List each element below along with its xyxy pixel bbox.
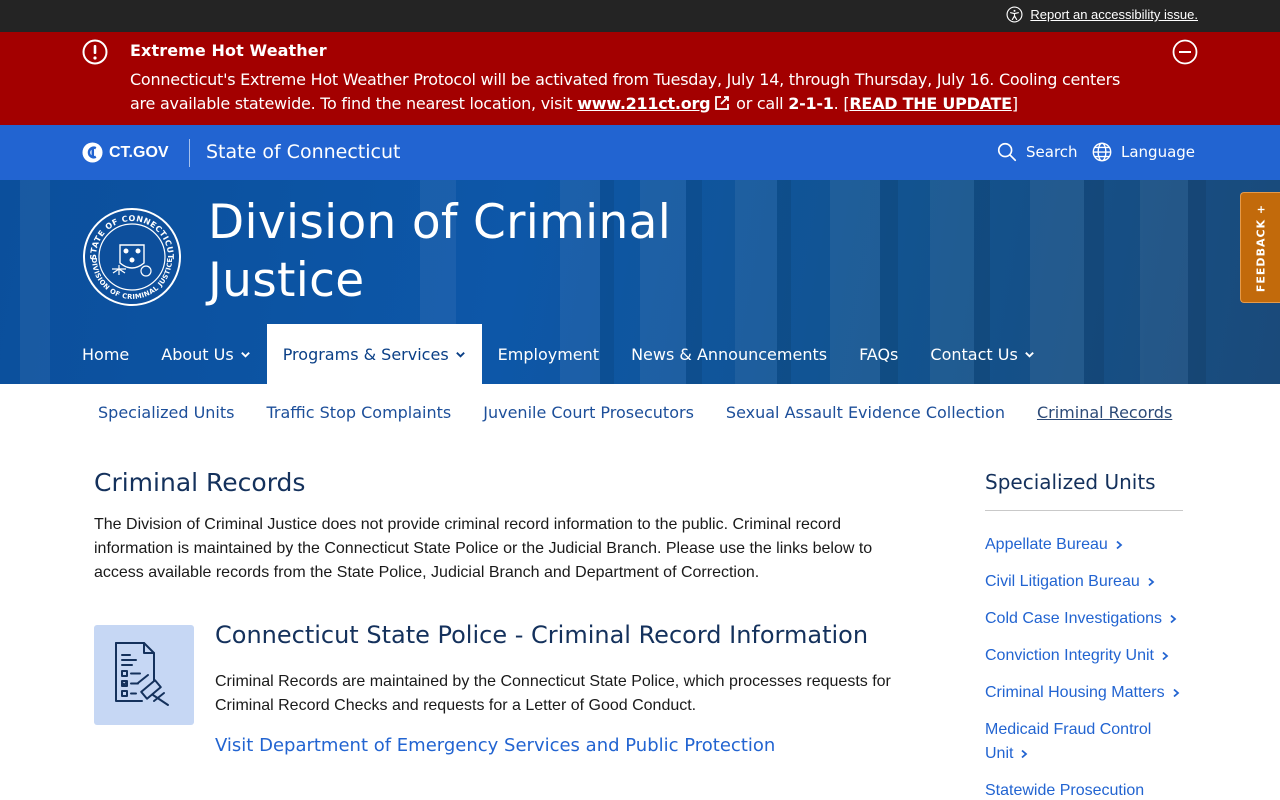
sidebar-item-criminal-housing-matters[interactable]: Criminal Housing Matters [985,681,1183,705]
alert-text-3: . [ [833,94,850,113]
sidebar-item-appellate-bureau[interactable]: Appellate Bureau [985,533,1183,557]
sidebar-item-label: Cold Case Investigations [985,610,1162,627]
nav-contact-us[interactable]: Contact Us [914,324,1050,384]
main-nav: Home About Us Programs & Services Employ… [66,324,1051,384]
header-divider [189,139,190,167]
nav-employment[interactable]: Employment [482,324,615,384]
subnav-specialized-units[interactable]: Specialized Units [82,400,250,426]
sidebar-item-conviction-integrity-unit[interactable]: Conviction Integrity Unit [985,644,1183,668]
alert-text-4: ] [1011,94,1018,113]
feedback-tab[interactable]: FEEDBACK + [1240,192,1280,303]
accessibility-link-text: Report an accessibility issue. [1030,7,1198,22]
ctgov-logo-text: CT.GOV [109,143,169,161]
card-text: Criminal Records are maintained by the C… [215,673,891,714]
nav-faqs[interactable]: FAQs [843,324,914,384]
nav-faqs-label: FAQs [859,344,899,364]
sidebar-item-label: Criminal Housing Matters [985,684,1165,701]
accessibility-report-link[interactable]: Report an accessibility issue. [1006,6,1198,23]
chevron-right-icon [1170,614,1177,624]
sidebar-item-label: Statewide Prosecution [985,782,1145,799]
alert-title: Extreme Hot Weather [130,41,327,60]
subnav-sexual-assault-evidence-collection[interactable]: Sexual Assault Evidence Collection [710,400,1021,426]
nav-news-announcements-label: News & Announcements [631,344,828,364]
sidebar-item-cold-case-investigations[interactable]: Cold Case Investigations [985,607,1183,631]
state-name-link[interactable]: State of Connecticut [206,141,400,163]
chevron-down-icon [240,351,250,358]
subnav-criminal-records[interactable]: Criminal Records [1021,400,1188,426]
sidebar-item-label: Civil Litigation Bureau [985,573,1140,590]
intro-paragraph: The Division of Criminal Justice does no… [94,516,873,581]
alert-collapse-icon[interactable] [1172,39,1198,65]
utility-bar: Report an accessibility issue. [0,0,1280,32]
programs-subnav: Specialized Units Traffic Stop Complaint… [82,400,1188,426]
alert-body: Connecticut's Extreme Hot Weather Protoc… [130,68,1140,116]
sidebar-title: Specialized Units [985,470,1183,511]
feedback-label: FEEDBACK + [1254,203,1267,292]
nav-about-us-label: About Us [161,344,234,364]
alert-211ct-link[interactable]: www.211ct.org [577,94,731,113]
sidebar-item-label: Medicaid Fraud Control Unit [985,721,1152,762]
nav-employment-label: Employment [497,344,600,364]
external-link-icon [715,96,730,110]
nav-programs-services[interactable]: Programs & Services [266,324,482,384]
language-button[interactable]: Language [1091,141,1195,163]
nav-home-label: Home [82,344,130,364]
card-link-desp[interactable]: Visit Department of Emergency Services a… [215,735,775,756]
agency-title: Division of Criminal Justice [208,195,672,308]
chevron-down-icon [455,351,465,358]
sidebar-item-label: Appellate Bureau [985,536,1108,553]
alert-211ct-link-text: www.211ct.org [577,94,711,113]
subnav-traffic-stop-complaints[interactable]: Traffic Stop Complaints [250,400,467,426]
ctgov-logo-icon [82,142,103,163]
card-title: Connecticut State Police - Criminal Reco… [215,621,869,649]
page-title: Criminal Records [94,468,306,497]
specialized-units-sidebar: Specialized Units Appellate Bureau Civil… [985,470,1183,800]
chevron-down-icon [1024,351,1034,358]
nav-news-announcements[interactable]: News & Announcements [615,324,843,384]
chevron-right-icon [1021,749,1028,759]
chevron-right-icon [1116,540,1123,550]
card-icon-box [94,625,194,725]
agency-hero: STATE OF CONNECTICUT DIVISION OF CRIMINA… [0,180,1280,384]
nav-contact-us-label: Contact Us [930,344,1018,364]
chevron-right-icon [1162,651,1169,661]
sidebar-item-label: Conviction Integrity Unit [985,647,1154,664]
alert-text-2: or call [731,94,789,113]
alert-phone: 2-1-1 [788,94,834,113]
search-button[interactable]: Search [996,141,1078,163]
ctgov-logo[interactable]: CT.GOV [82,142,169,163]
sidebar-item-medicaid-fraud-control-unit[interactable]: Medicaid Fraud Control Unit [985,718,1183,766]
subnav-juvenile-court-prosecutors[interactable]: Juvenile Court Prosecutors [467,400,710,426]
weather-alert: Extreme Hot Weather Connecticut's Extrem… [0,32,1280,125]
sidebar-item-civil-litigation-bureau[interactable]: Civil Litigation Bureau [985,570,1183,594]
site-header: CT.GOV State of Connecticut Search Langu… [0,125,1280,180]
chevron-right-icon [1148,577,1155,587]
search-icon [997,142,1017,162]
alert-read-update-link[interactable]: READ THE UPDATE [849,94,1012,113]
nav-about-us[interactable]: About Us [145,324,266,384]
chevron-right-icon [1173,688,1179,698]
accessibility-icon [1006,6,1023,23]
alert-exclamation-icon [82,39,108,65]
document-gavel-icon [115,642,169,706]
nav-programs-services-label: Programs & Services [282,344,449,364]
sidebar-list: Appellate Bureau Civil Litigation Bureau… [985,533,1183,800]
globe-icon [1092,142,1112,162]
agency-seal: STATE OF CONNECTICUT DIVISION OF CRIMINA… [83,208,181,306]
sidebar-item-statewide-prosecution[interactable]: Statewide Prosecution [985,779,1183,800]
nav-home[interactable]: Home [66,324,145,384]
language-label: Language [1121,143,1196,161]
search-label: Search [1026,143,1078,161]
